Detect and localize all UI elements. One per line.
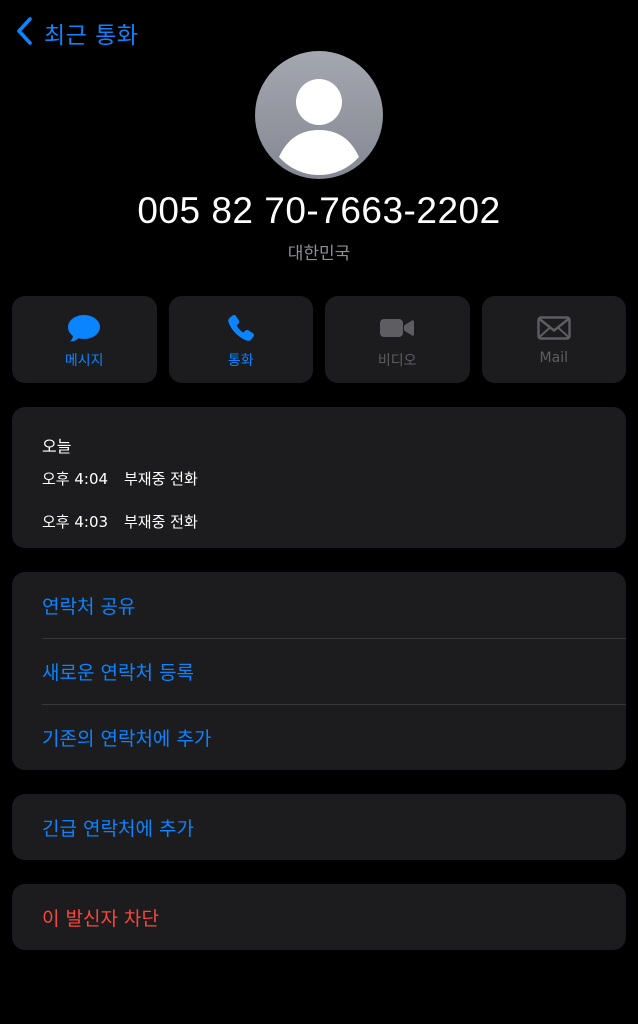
phone-icon bbox=[222, 312, 260, 344]
call-log-row: 오후 4:03 부재중 전화 bbox=[42, 511, 198, 532]
chevron-left-icon bbox=[14, 16, 36, 50]
message-label: 메시지 bbox=[64, 353, 104, 369]
call-label: 통화 bbox=[227, 353, 254, 369]
video-camera-icon bbox=[378, 312, 416, 344]
person-silhouette-icon bbox=[279, 79, 359, 175]
add-emergency-contact-button[interactable]: 긴급 연락처에 추가 bbox=[12, 794, 626, 860]
mail-button[interactable]: Mail bbox=[481, 296, 626, 383]
add-to-existing-contact-button[interactable]: 기존의 연락처에 추가 bbox=[12, 704, 626, 770]
mail-label: Mail bbox=[539, 350, 568, 366]
block-card: 이 발신자 차단 bbox=[12, 884, 626, 950]
call-button[interactable]: 통화 bbox=[168, 296, 313, 383]
recent-calls-card: 오늘 오후 4:04 부재중 전화 오후 4:03 부재중 전화 bbox=[12, 407, 626, 548]
avatar bbox=[255, 51, 383, 179]
contact-options-card: 연락처 공유 새로운 연락처 등록 기존의 연락처에 추가 bbox=[12, 572, 626, 770]
video-button[interactable]: 비디오 bbox=[325, 296, 470, 383]
call-type: 부재중 전화 bbox=[124, 513, 198, 531]
call-time: 오후 4:03 bbox=[42, 513, 109, 531]
phone-number: 005 82 70-7663-2202 bbox=[137, 190, 501, 231]
create-new-contact-button[interactable]: 새로운 연락처 등록 bbox=[12, 638, 626, 704]
contact-detail-screen: 최근 통화 005 82 70-7663-2202 대한민국 메시지 통화 비디… bbox=[0, 0, 638, 1024]
emergency-card: 긴급 연락처에 추가 bbox=[12, 794, 626, 860]
envelope-icon bbox=[535, 312, 573, 344]
share-contact-button[interactable]: 연락처 공유 bbox=[12, 572, 626, 638]
calls-day-heading: 오늘 bbox=[42, 437, 72, 456]
video-label: 비디오 bbox=[377, 353, 417, 369]
country-label: 대한민국 bbox=[287, 244, 351, 264]
message-button[interactable]: 메시지 bbox=[12, 296, 157, 383]
call-type: 부재중 전화 bbox=[124, 470, 198, 488]
call-time: 오후 4:04 bbox=[42, 470, 109, 488]
block-caller-button[interactable]: 이 발신자 차단 bbox=[12, 884, 626, 950]
action-buttons: 메시지 통화 비디오 Mail bbox=[12, 296, 626, 383]
back-label: 최근 통화 bbox=[44, 23, 139, 49]
call-log-row: 오후 4:04 부재중 전화 bbox=[42, 468, 198, 489]
message-bubble-icon bbox=[65, 312, 103, 344]
back-button[interactable]: 최근 통화 bbox=[14, 14, 138, 52]
